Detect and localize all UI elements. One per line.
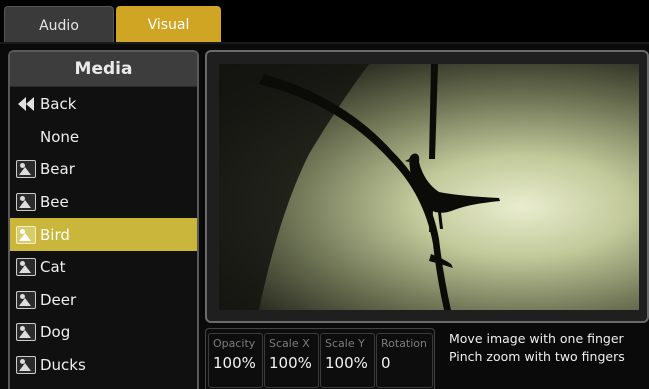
image-icon [16,193,36,212]
image-icon [16,290,36,309]
back-icon [16,95,36,113]
scale-x-control[interactable]: Scale X 100% [264,333,319,388]
image-preview[interactable] [219,64,639,310]
hint-move: Move image with one finger [449,331,624,346]
media-panel: Media Back None Bear Bee Bird Cat Deer D… [8,50,199,389]
opacity-control[interactable]: Opacity 100% [208,333,263,388]
media-list[interactable]: Back None Bear Bee Bird Cat Deer Dog Duc… [10,88,197,381]
tab-audio[interactable]: Audio [4,6,114,44]
scale-x-value: 100% [269,354,312,372]
rotation-control[interactable]: Rotation 0 [376,333,433,388]
hint-zoom: Pinch zoom with two fingers [449,349,625,364]
list-item-bear[interactable]: Bear [10,153,197,186]
media-title: Media [10,52,197,87]
opacity-label: Opacity [213,337,256,350]
image-icon [16,356,36,375]
image-icon [16,160,36,179]
rotation-value: 0 [381,354,391,372]
scale-x-label: Scale X [269,337,310,350]
list-item-deer[interactable]: Deer [10,284,197,317]
list-item-none[interactable]: None [10,121,197,154]
opacity-value: 100% [213,354,256,372]
list-item-back[interactable]: Back [10,88,197,121]
list-item-label: Ducks [40,356,86,375]
bird-silhouette [219,64,500,310]
image-icon [16,323,36,342]
rotation-label: Rotation [381,337,428,350]
transform-params: Opacity 100% Scale X 100% Scale Y 100% R… [205,328,435,389]
scale-y-label: Scale Y [325,337,365,350]
list-item-ducks[interactable]: Ducks [10,349,197,382]
list-item-bee[interactable]: Bee [10,186,197,219]
tab-bar: Audio Visual [0,0,649,44]
scale-y-control[interactable]: Scale Y 100% [320,333,375,388]
list-item-cat[interactable]: Cat [10,251,197,284]
image-preview-frame [205,50,649,323]
tab-divider [0,42,649,44]
list-item-label: Dog [40,323,71,342]
list-item-label: None [40,127,80,146]
scale-y-value: 100% [325,354,368,372]
image-icon [16,258,36,277]
list-item-label: Bee [40,193,69,212]
list-item-label: Bear [40,160,75,179]
list-item-label: Deer [40,290,77,309]
tab-visual[interactable]: Visual [116,6,221,44]
image-icon [16,225,36,244]
list-item-label: Cat [40,258,66,277]
list-item-dog[interactable]: Dog [10,316,197,349]
list-item-label: Back [40,95,77,114]
list-item-label: Bird [40,225,70,244]
gesture-hint: Move image with one finger Pinch zoom wi… [449,330,625,366]
list-item-bird[interactable]: Bird [10,218,197,251]
